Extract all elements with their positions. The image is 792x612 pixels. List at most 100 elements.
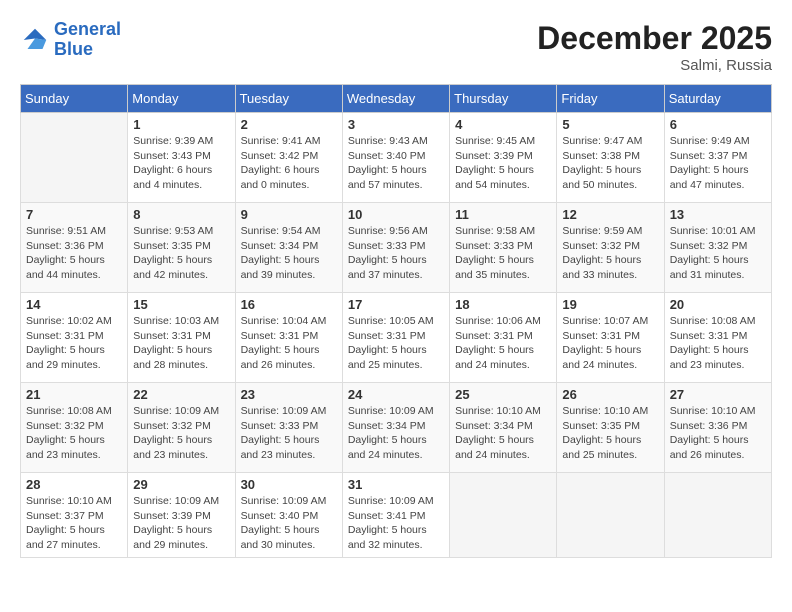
calendar-cell: 14 Sunrise: 10:02 AM Sunset: 3:31 PM Dayl… (21, 293, 128, 383)
calendar-cell: 11Sunrise: 9:58 AM Sunset: 3:33 PM Dayli… (450, 203, 557, 293)
logo: General Blue (20, 20, 121, 60)
day-detail: Sunrise: 9:39 AM Sunset: 3:43 PM Dayligh… (133, 134, 229, 193)
week-row-1: 1Sunrise: 9:39 AM Sunset: 3:43 PM Daylig… (21, 113, 772, 203)
day-number: 19 (562, 297, 658, 312)
calendar-cell (664, 473, 771, 558)
calendar-cell: 1Sunrise: 9:39 AM Sunset: 3:43 PM Daylig… (128, 113, 235, 203)
day-detail: Sunrise: 10:10 AM Sunset: 3:37 PM Daylig… (26, 494, 122, 553)
week-row-3: 14 Sunrise: 10:02 AM Sunset: 3:31 PM Dayl… (21, 293, 772, 383)
day-detail: Sunrise: 9:53 AM Sunset: 3:35 PM Dayligh… (133, 224, 229, 283)
page-header: General Blue December 2025 Salmi, Russia (20, 20, 772, 74)
day-number: 5 (562, 117, 658, 132)
day-detail: Sunrise: 10:05 AM Sunset: 3:31 PM Daylig… (348, 314, 444, 373)
day-number: 23 (241, 387, 337, 402)
day-number: 18 (455, 297, 551, 312)
day-number: 2 (241, 117, 337, 132)
day-number: 31 (348, 477, 444, 492)
calendar-cell: 5 Sunrise: 9:47 AM Sunset: 3:38 PM Daylig… (557, 113, 664, 203)
calendar-cell (557, 473, 664, 558)
day-detail: Sunrise: 9:51 AM Sunset: 3:36 PM Dayligh… (26, 224, 122, 283)
day-detail: Sunrise: 10:10 AM Sunset: 3:34 PM Daylig… (455, 404, 551, 463)
calendar-cell: 7Sunrise: 9:51 AM Sunset: 3:36 PM Daylig… (21, 203, 128, 293)
day-number: 20 (670, 297, 766, 312)
calendar-cell: 20Sunrise: 10:08 AM Sunset: 3:31 PM Dayl… (664, 293, 771, 383)
day-number: 13 (670, 207, 766, 222)
day-detail: Sunrise: 10:10 AM Sunset: 3:35 PM Daylig… (562, 404, 658, 463)
day-number: 24 (348, 387, 444, 402)
day-detail: Sunrise: 10:09 AM Sunset: 3:34 PM Daylig… (348, 404, 444, 463)
calendar-cell: 6 Sunrise: 9:49 AM Sunset: 3:37 PM Daylig… (664, 113, 771, 203)
day-detail: Sunrise: 9:59 AM Sunset: 3:32 PM Dayligh… (562, 224, 658, 283)
title-section: December 2025 Salmi, Russia (537, 20, 772, 74)
calendar-cell: 28Sunrise: 10:10 AM Sunset: 3:37 PM Dayl… (21, 473, 128, 558)
day-detail: Sunrise: 9:41 AM Sunset: 3:42 PM Dayligh… (241, 134, 337, 193)
day-detail: Sunrise: 9:47 AM Sunset: 3:38 PM Dayligh… (562, 134, 658, 193)
day-number: 6 (670, 117, 766, 132)
day-number: 15 (133, 297, 229, 312)
day-detail: Sunrise: 10:09 AM Sunset: 3:40 PM Daylig… (241, 494, 337, 553)
calendar-cell (450, 473, 557, 558)
month-year-title: December 2025 (537, 20, 772, 57)
weekday-header-monday: Monday (128, 85, 235, 113)
day-detail: Sunrise: 10:01 AM Sunset: 3:32 PM Daylig… (670, 224, 766, 283)
calendar-cell: 8 Sunrise: 9:53 AM Sunset: 3:35 PM Daylig… (128, 203, 235, 293)
location-label: Salmi, Russia (537, 57, 772, 74)
day-detail: Sunrise: 10:06 AM Sunset: 3:31 PM Daylig… (455, 314, 551, 373)
day-detail: Sunrise: 10:02 AM Sunset: 3:31 PM Daylig… (26, 314, 122, 373)
day-number: 8 (133, 207, 229, 222)
calendar-cell: 29 Sunrise: 10:09 AM Sunset: 3:39 PM Dayl… (128, 473, 235, 558)
day-detail: Sunrise: 9:49 AM Sunset: 3:37 PM Dayligh… (670, 134, 766, 193)
calendar-cell: 2 Sunrise: 9:41 AM Sunset: 3:42 PM Daylig… (235, 113, 342, 203)
calendar-cell: 26 Sunrise: 10:10 AM Sunset: 3:35 PM Dayl… (557, 383, 664, 473)
day-number: 14 (26, 297, 122, 312)
day-number: 12 (562, 207, 658, 222)
day-number: 29 (133, 477, 229, 492)
day-detail: Sunrise: 9:54 AM Sunset: 3:34 PM Dayligh… (241, 224, 337, 283)
day-detail: Sunrise: 9:43 AM Sunset: 3:40 PM Dayligh… (348, 134, 444, 193)
day-number: 22 (133, 387, 229, 402)
calendar-cell: 4Sunrise: 9:45 AM Sunset: 3:39 PM Daylig… (450, 113, 557, 203)
calendar-cell: 18 Sunrise: 10:06 AM Sunset: 3:31 PM Dayl… (450, 293, 557, 383)
day-number: 9 (241, 207, 337, 222)
day-number: 16 (241, 297, 337, 312)
calendar-table: SundayMondayTuesdayWednesdayThursdayFrid… (20, 84, 772, 558)
day-number: 4 (455, 117, 551, 132)
day-detail: Sunrise: 9:58 AM Sunset: 3:33 PM Dayligh… (455, 224, 551, 283)
weekday-header-row: SundayMondayTuesdayWednesdayThursdayFrid… (21, 85, 772, 113)
day-number: 26 (562, 387, 658, 402)
day-number: 30 (241, 477, 337, 492)
calendar-cell: 9 Sunrise: 9:54 AM Sunset: 3:34 PM Daylig… (235, 203, 342, 293)
day-number: 25 (455, 387, 551, 402)
week-row-5: 28Sunrise: 10:10 AM Sunset: 3:37 PM Dayl… (21, 473, 772, 558)
day-detail: Sunrise: 10:03 AM Sunset: 3:31 PM Daylig… (133, 314, 229, 373)
day-number: 21 (26, 387, 122, 402)
logo-text-general: General (54, 19, 121, 39)
calendar-cell: 30 Sunrise: 10:09 AM Sunset: 3:40 PM Dayl… (235, 473, 342, 558)
day-detail: Sunrise: 10:08 AM Sunset: 3:32 PM Daylig… (26, 404, 122, 463)
calendar-cell: 15 Sunrise: 10:03 AM Sunset: 3:31 PM Dayl… (128, 293, 235, 383)
calendar-cell: 16 Sunrise: 10:04 AM Sunset: 3:31 PM Dayl… (235, 293, 342, 383)
week-row-4: 21 Sunrise: 10:08 AM Sunset: 3:32 PM Dayl… (21, 383, 772, 473)
day-detail: Sunrise: 10:07 AM Sunset: 3:31 PM Daylig… (562, 314, 658, 373)
calendar-cell: 21 Sunrise: 10:08 AM Sunset: 3:32 PM Dayl… (21, 383, 128, 473)
calendar-cell: 12 Sunrise: 9:59 AM Sunset: 3:32 PM Dayli… (557, 203, 664, 293)
weekday-header-wednesday: Wednesday (342, 85, 449, 113)
day-detail: Sunrise: 10:09 AM Sunset: 3:39 PM Daylig… (133, 494, 229, 553)
calendar-cell: 3Sunrise: 9:43 AM Sunset: 3:40 PM Daylig… (342, 113, 449, 203)
logo-text-blue: Blue (54, 39, 93, 59)
weekday-header-friday: Friday (557, 85, 664, 113)
week-row-2: 7Sunrise: 9:51 AM Sunset: 3:36 PM Daylig… (21, 203, 772, 293)
day-number: 17 (348, 297, 444, 312)
day-detail: Sunrise: 10:10 AM Sunset: 3:36 PM Daylig… (670, 404, 766, 463)
calendar-cell: 23Sunrise: 10:09 AM Sunset: 3:33 PM Dayl… (235, 383, 342, 473)
calendar-cell: 10Sunrise: 9:56 AM Sunset: 3:33 PM Dayli… (342, 203, 449, 293)
calendar-cell: 27Sunrise: 10:10 AM Sunset: 3:36 PM Dayl… (664, 383, 771, 473)
day-detail: Sunrise: 10:04 AM Sunset: 3:31 PM Daylig… (241, 314, 337, 373)
day-detail: Sunrise: 10:09 AM Sunset: 3:32 PM Daylig… (133, 404, 229, 463)
calendar-cell: 17 Sunrise: 10:05 AM Sunset: 3:31 PM Dayl… (342, 293, 449, 383)
calendar-cell: 24 Sunrise: 10:09 AM Sunset: 3:34 PM Dayl… (342, 383, 449, 473)
calendar-cell: 31Sunrise: 10:09 AM Sunset: 3:41 PM Dayl… (342, 473, 449, 558)
calendar-cell: 25 Sunrise: 10:10 AM Sunset: 3:34 PM Dayl… (450, 383, 557, 473)
weekday-header-tuesday: Tuesday (235, 85, 342, 113)
calendar-cell: 13 Sunrise: 10:01 AM Sunset: 3:32 PM Dayl… (664, 203, 771, 293)
